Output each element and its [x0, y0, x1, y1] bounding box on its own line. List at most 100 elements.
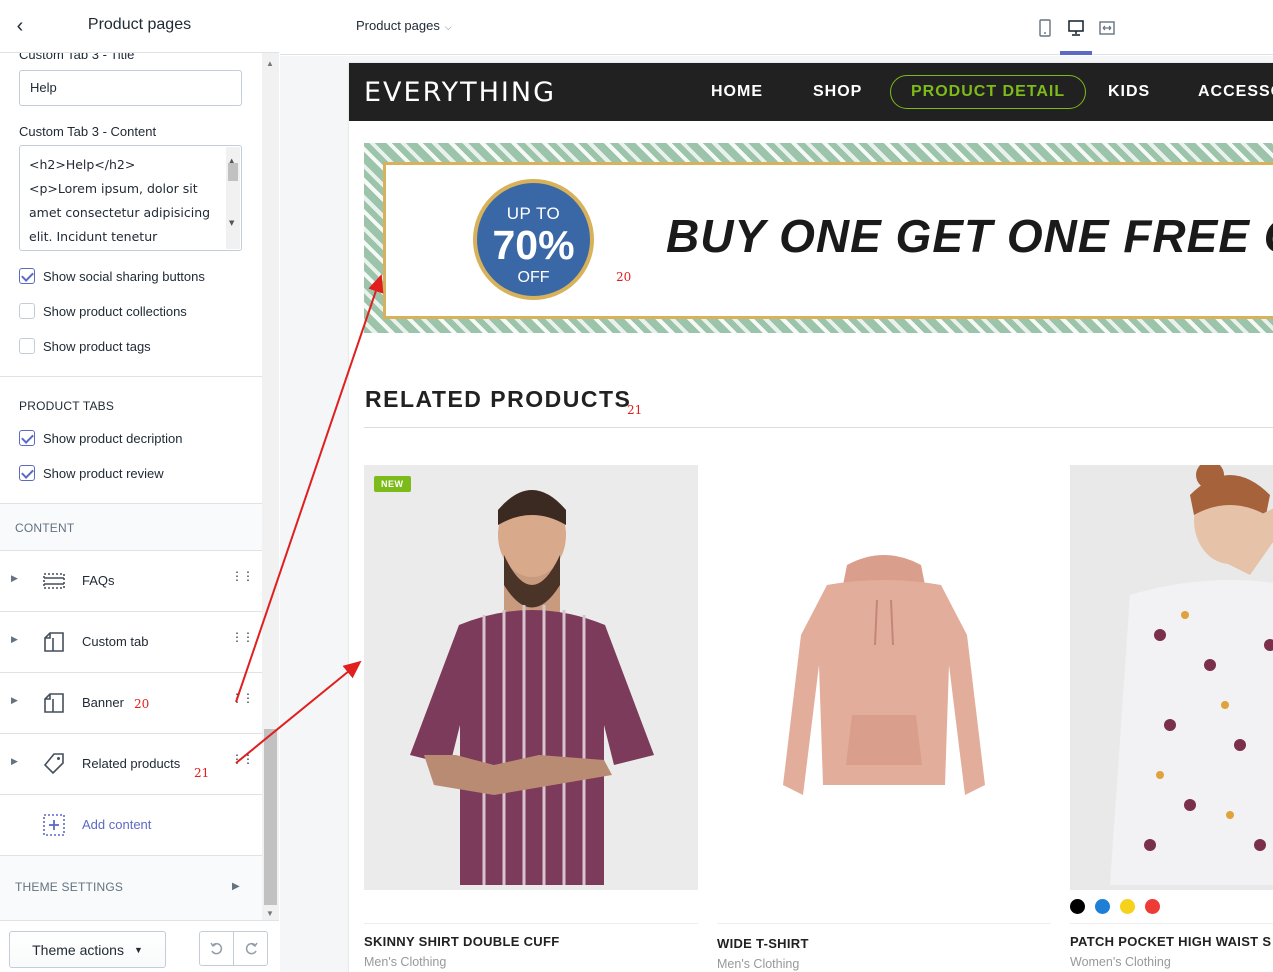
sidebar-scroll-thumb[interactable] — [264, 729, 277, 905]
badge-line-3: OFF — [517, 269, 550, 286]
tab3-content-label: Custom Tab 3 - Content — [19, 124, 157, 139]
checkbox[interactable] — [19, 268, 35, 284]
nav-shop[interactable]: SHOP — [813, 83, 862, 101]
theme-actions-button[interactable]: Theme actions ▼ — [9, 931, 166, 968]
check-product-description[interactable]: Show product decription — [19, 429, 182, 447]
checkbox[interactable] — [19, 303, 35, 319]
checkbox[interactable] — [19, 465, 35, 481]
nav-product-detail[interactable]: PRODUCT DETAIL — [890, 75, 1087, 109]
content-item-label: FAQs — [82, 573, 115, 588]
checkbox[interactable] — [19, 430, 35, 446]
drag-handle-icon[interactable]: ⋮⋮ — [231, 570, 254, 582]
textarea-line: elit. Incidunt tenetur — [29, 229, 158, 244]
product-name[interactable]: WIDE T-SHIRT — [717, 936, 809, 951]
sidebar-scrollbar[interactable]: ▲ ▼ — [262, 53, 279, 920]
page-select-value: Product pages — [356, 18, 440, 33]
product-tabs-heading: PRODUCT TABS — [19, 399, 115, 413]
undo-button[interactable] — [199, 931, 234, 966]
expand-caret-icon[interactable]: ▶ — [11, 573, 18, 584]
redo-button[interactable] — [233, 931, 268, 966]
theme-actions-label: Theme actions — [32, 941, 124, 958]
mobile-view-button[interactable] — [1030, 14, 1060, 42]
drag-handle-icon[interactable]: ⋮⋮ — [231, 753, 254, 765]
nav-home[interactable]: HOME — [711, 83, 763, 101]
fullwidth-view-button[interactable] — [1092, 14, 1122, 42]
add-content-button[interactable]: Add content — [0, 794, 262, 855]
content-item-related-products[interactable]: ▶ Related products 21 ⋮⋮ — [0, 733, 262, 794]
textarea-scroll-thumb[interactable] — [228, 163, 238, 181]
desktop-icon — [1068, 20, 1084, 36]
page-select-dropdown[interactable]: Product pages ⌵ — [356, 18, 452, 33]
expand-caret-icon[interactable]: ▶ — [11, 756, 18, 767]
expand-caret-icon[interactable]: ▶ — [11, 634, 18, 645]
checkbox[interactable] — [19, 338, 35, 354]
nav-accessories[interactable]: ACCESSO — [1198, 83, 1273, 101]
badge-line-1: UP TO — [506, 204, 561, 223]
annotation-number: 20 — [616, 270, 632, 284]
textarea-line: amet consectetur adipisicing — [29, 205, 211, 220]
banner-headline: BUY ONE GET ONE FREE OF — [666, 210, 1273, 262]
product-photo-shirt — [364, 465, 698, 890]
checkbox-label: Show product decription — [43, 430, 183, 446]
content-item-banner[interactable]: ▶ Banner 20 ⋮⋮ — [0, 672, 262, 733]
related-products-title: RELATED PRODUCTS — [365, 386, 632, 412]
fullwidth-icon — [1099, 21, 1115, 35]
promo-banner[interactable]: UP TO 70% OFF 20 BUY ONE GET ONE FREE OF — [364, 143, 1273, 333]
store-logo[interactable]: EVERYTHING — [364, 77, 556, 108]
divider — [717, 923, 1051, 924]
drag-handle-icon[interactable]: ⋮⋮ — [231, 631, 254, 643]
product-image[interactable] — [1070, 465, 1273, 890]
swatch-yellow[interactable] — [1120, 899, 1135, 914]
product-name[interactable]: PATCH POCKET HIGH WAIST S — [1070, 934, 1271, 949]
content-item-custom-tab[interactable]: ▶ Custom tab ⋮⋮ — [0, 611, 262, 672]
chevron-down-icon: ⌵ — [444, 22, 452, 32]
swatch-red[interactable] — [1145, 899, 1160, 914]
product-category: Women's Clothing — [1070, 955, 1171, 969]
check-product-review[interactable]: Show product review — [19, 464, 164, 482]
check-social-sharing[interactable]: Show social sharing buttons — [19, 267, 205, 285]
content-heading: CONTENT — [15, 521, 75, 535]
checkbox-label: Show product collections — [43, 303, 187, 319]
check-product-tags[interactable]: Show product tags — [19, 337, 151, 355]
product-name[interactable]: SKINNY SHIRT DOUBLE CUFF — [364, 934, 559, 949]
expand-caret-icon[interactable]: ▶ — [11, 695, 18, 706]
caret-down-icon: ▼ — [133, 944, 143, 955]
nav-kids[interactable]: KIDS — [1108, 83, 1150, 101]
tag-icon — [43, 753, 64, 775]
tab3-title-input[interactable]: Help — [19, 70, 242, 106]
theme-settings-link[interactable]: THEME SETTINGS ▶ — [0, 855, 262, 920]
content-section: CONTENT ▶ FAQs ⋮⋮ ▶ Custom tab ⋮⋮ ▶ Bann… — [0, 504, 262, 920]
drag-handle-icon[interactable]: ⋮⋮ — [231, 692, 254, 704]
product-category: Men's Clothing — [717, 957, 800, 971]
scroll-down-icon[interactable]: ▼ — [266, 909, 274, 918]
sidebar-scroll-area: Custom Tab 3 - Title Help Custom Tab 3 -… — [0, 53, 262, 920]
scroll-down-icon[interactable]: ▼ — [229, 211, 234, 235]
annotation-number: 21 — [627, 403, 643, 417]
product-image[interactable] — [717, 465, 1051, 890]
swatch-blue[interactable] — [1095, 899, 1110, 914]
product-photo-pajama — [1070, 465, 1273, 890]
banner-frame: UP TO 70% OFF 20 BUY ONE GET ONE FREE OF — [383, 162, 1273, 319]
scroll-up-icon[interactable]: ▲ — [266, 59, 274, 68]
theme-settings-label: THEME SETTINGS — [15, 880, 124, 894]
checkbox-label: Show social sharing buttons — [43, 268, 205, 284]
desktop-view-button[interactable] — [1061, 14, 1091, 42]
content-item-label: Banner — [82, 695, 124, 710]
discount-badge: UP TO 70% OFF — [473, 179, 594, 300]
add-content-label: Add content — [82, 817, 152, 832]
divider — [1070, 923, 1273, 924]
textarea-scrollbar[interactable]: ▲ ▼ — [226, 147, 240, 249]
store-navbar: EVERYTHING HOME SHOP PRODUCT DETAIL KIDS… — [349, 63, 1273, 121]
content-item-faqs[interactable]: ▶ FAQs ⋮⋮ — [0, 550, 262, 611]
tab3-content-textarea[interactable]: <h2>Help</h2> <p>Lorem ipsum, dolor sit … — [19, 145, 242, 251]
sidebar-title: Product pages — [87, 16, 192, 33]
annotation-number: 20 — [134, 697, 150, 711]
layout-icon — [44, 632, 64, 652]
check-product-collections[interactable]: Show product collections — [19, 302, 187, 320]
content-item-label: Custom tab — [82, 634, 149, 649]
tab3-title-label: Custom Tab 3 - Title — [19, 53, 135, 62]
product-image[interactable]: NEW — [364, 465, 698, 890]
active-device-indicator — [1060, 51, 1092, 55]
swatch-black[interactable] — [1070, 899, 1085, 914]
content-item-label: Related products — [82, 756, 181, 771]
